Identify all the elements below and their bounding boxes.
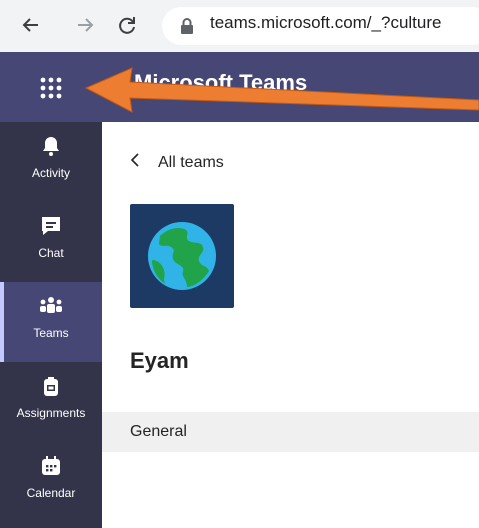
globe-icon (148, 222, 216, 290)
app-title: Microsoft Teams (134, 70, 308, 95)
rail-item-assignments[interactable]: Assignments (0, 362, 102, 442)
calendar-icon (39, 454, 63, 478)
rail-label: Teams (33, 326, 69, 340)
back-link-label: All teams (158, 153, 224, 171)
lock-icon (180, 18, 194, 34)
rail-item-chat[interactable]: Chat (0, 202, 102, 282)
back-to-all-teams-link[interactable]: All teams (130, 152, 224, 173)
rail-label: Calendar (26, 486, 76, 500)
team-details-pane (102, 122, 479, 528)
channel-label[interactable]: General (130, 423, 187, 441)
chat-icon (39, 214, 63, 238)
forward-arrow-icon[interactable] (70, 10, 100, 40)
back-arrow-icon[interactable] (16, 10, 46, 40)
rail-label: Activity (31, 166, 70, 180)
bell-icon (39, 134, 63, 158)
teams-icon (39, 294, 63, 318)
rail-item-teams[interactable]: Teams (0, 282, 102, 362)
chevron-left-icon (130, 152, 140, 173)
rail-label: Chat (38, 246, 64, 260)
assignments-icon (39, 374, 63, 398)
team-avatar[interactable] (130, 204, 234, 308)
rail-item-calendar[interactable]: Calendar (0, 442, 102, 522)
address-bar-url[interactable]: teams.microsoft.com/_?culture (210, 13, 441, 33)
browser-toolbar: teams.microsoft.com/_?culture (0, 0, 479, 52)
rail-item-activity[interactable]: Activity (0, 122, 102, 202)
reload-icon[interactable] (112, 10, 142, 40)
app-launcher-icon[interactable] (38, 75, 64, 101)
team-name: Eyam (130, 348, 189, 373)
rail-label: Assignments (16, 406, 86, 420)
